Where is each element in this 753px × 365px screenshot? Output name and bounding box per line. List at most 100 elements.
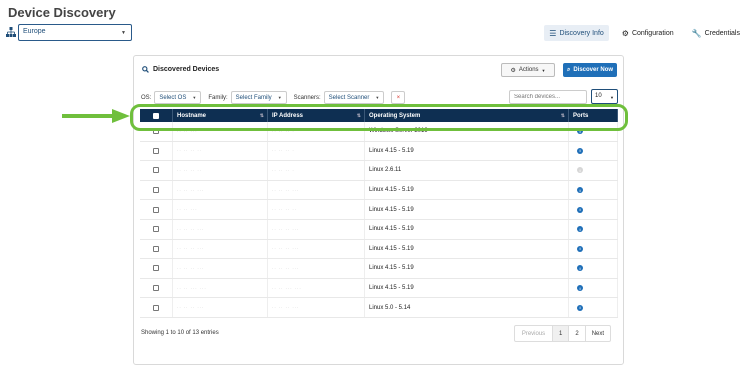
family-filter-value: Select Family [235, 94, 272, 101]
table-row[interactable]: ·· ·· ··· ·· ·· ·· ·· Linux 4.15 - 5.19 i [140, 200, 618, 220]
page-2-button[interactable]: 2 [569, 326, 586, 341]
hostname-value: ·· ·· ·· ··· [177, 305, 205, 311]
search-icon [142, 66, 149, 73]
hostname-cell: ·· ·· ·· ··· [173, 239, 268, 259]
info-icon[interactable]: i [577, 265, 583, 272]
page-1-button[interactable]: 1 [553, 326, 570, 341]
select-all-cell [140, 109, 173, 122]
actions-button[interactable]: ⚙ Actions ▼ [501, 63, 555, 77]
row-checkbox[interactable] [153, 167, 159, 174]
row-checkbox[interactable] [153, 245, 159, 252]
actions-button-label: Actions [518, 67, 539, 73]
hostname-cell: ·· ·· ··· [173, 200, 268, 219]
row-checkbox[interactable] [153, 265, 159, 272]
hostname-cell: ·· ·· ·· ·· [173, 141, 268, 161]
hostname-value: ·· ·· ··· [177, 207, 198, 213]
ports-cell: i [569, 298, 618, 317]
column-header-hostname[interactable]: Hostname ⇅ [173, 109, 268, 122]
page-size-select[interactable]: 10 ▼ [591, 89, 618, 104]
clear-filters-button[interactable]: × [391, 91, 406, 104]
tab-credentials[interactable]: 🔧 Credentials [687, 25, 745, 41]
table-row[interactable]: ·· ·· ·· ··· ·· ·· ·· ··· Linux 4.15 - 5.1… [140, 219, 618, 240]
table-row[interactable]: ·· ·· ·· ·· ·· ·· ·· · Linux 2.6.11 i [140, 161, 618, 181]
table-header: Hostname ⇅ IP Address ⇅ Operating System… [140, 109, 618, 122]
table-body: ·· ·· ··· ·· ·· ·· · Windows Server 2019 i ·… [140, 122, 618, 318]
chevron-down-icon: ▼ [121, 30, 126, 36]
table-row[interactable]: ·· ·· ·· ··· ·· ·· ·· ··· Linux 5.0 - 5.14… [140, 298, 618, 318]
info-icon[interactable]: i [577, 147, 583, 154]
row-checkbox[interactable] [153, 206, 159, 213]
hostname-cell: ·· ·· ··· ··· [173, 278, 268, 298]
operating-system-value: Linux 4.15 - 5.19 [369, 265, 414, 272]
info-icon[interactable]: i [577, 226, 583, 233]
os-filter-select[interactable]: Select OS ▼ [154, 91, 202, 104]
previous-page-button[interactable]: Previous [515, 326, 553, 341]
table-row[interactable]: ·· ·· ·· ··· ·· ·· ·· ··· Linux 4.15 - 5.1… [140, 259, 618, 279]
gear-icon: ⚙ [621, 28, 629, 38]
ip-address-cell: ·· ·· ·· · [268, 161, 365, 180]
row-checkbox[interactable] [153, 187, 159, 194]
ports-cell: i [569, 200, 618, 219]
row-checkbox[interactable] [153, 147, 159, 154]
scanners-filter-label: Scanners: [293, 94, 321, 101]
table-row[interactable]: ·· ·· ·· ··· ·· ·· ·· ··· Linux 4.15 - 5.1… [140, 180, 618, 201]
row-checkbox[interactable] [153, 285, 159, 292]
ports-cell: i [569, 259, 618, 278]
ip-address-value: ·· ·· ·· ··· [272, 305, 300, 311]
ip-address-value: ·· ·· ··· ··· [272, 285, 302, 291]
row-checkbox[interactable] [153, 226, 159, 233]
info-icon[interactable]: i [577, 206, 583, 213]
ip-address-cell: ·· ·· ·· ··· [268, 180, 365, 200]
chevron-down-icon: ▼ [610, 95, 614, 100]
family-filter-select[interactable]: Select Family ▼ [230, 91, 287, 104]
operating-system-cell: Linux 4.15 - 5.19 [365, 180, 569, 200]
row-select-cell [140, 122, 173, 141]
next-page-button[interactable]: Next [586, 326, 610, 341]
row-checkbox[interactable] [153, 304, 159, 311]
os-filter-value: Select OS [159, 94, 187, 101]
region-select[interactable]: Europe ▼ [18, 24, 132, 41]
search-icon: ⌕ [566, 66, 571, 73]
discover-now-button[interactable]: ⌕ Discover Now [563, 63, 617, 77]
hostname-value: ·· ·· ·· ··· [177, 265, 205, 271]
info-icon[interactable]: i [577, 285, 583, 292]
operating-system-value: Linux 4.15 - 5.19 [369, 206, 414, 213]
ip-address-value: ·· ·· ·· ··· [272, 265, 300, 271]
region-select-value: Europe [23, 28, 46, 35]
filter-bar: OS: Select OS ▼ Family: Select Family ▼ … [141, 91, 406, 104]
chevron-down-icon: ▼ [192, 95, 197, 100]
info-icon[interactable]: i [577, 187, 583, 194]
scanners-filter-select[interactable]: Select Scanner ▼ [323, 91, 385, 104]
column-header-ports[interactable]: Ports [569, 109, 618, 122]
table-row[interactable]: ·· ·· ·· ·· ·· ·· ·· · Linux 4.15 - 5.19 i [140, 141, 618, 162]
table-row[interactable]: ·· ·· ··· ··· ·· ·· ··· ··· Linux 4.15 - 5… [140, 278, 618, 299]
info-icon[interactable]: i [577, 128, 583, 135]
info-icon[interactable]: i [577, 304, 583, 311]
select-all-checkbox[interactable] [153, 112, 159, 119]
column-header-ip-address[interactable]: IP Address ⇅ [268, 109, 365, 122]
column-header-label: IP Address [272, 112, 304, 119]
tab-discovery-info[interactable]: ☰ Discovery Info [544, 25, 609, 41]
operating-system-cell: Linux 4.15 - 5.19 [365, 239, 569, 259]
discovered-devices-panel: Discovered Devices ⚙ Actions ▼ ⌕ Discove… [133, 55, 624, 365]
page-title: Device Discovery [8, 5, 116, 20]
table-row[interactable]: ·· ·· ·· ··· ·· ·· ·· ··· Linux 4.15 - 5.1… [140, 239, 618, 260]
operating-system-value: Linux 4.15 - 5.19 [369, 285, 414, 292]
ports-cell: i [569, 141, 618, 161]
operating-system-value: Linux 2.6.11 [369, 167, 402, 174]
top-tabs: ☰ Discovery Info ⚙ Configuration 🔧 Crede… [544, 25, 745, 41]
discover-now-button-label: Discover Now [573, 67, 614, 73]
tab-configuration[interactable]: ⚙ Configuration [617, 25, 679, 41]
info-icon[interactable]: i [577, 245, 583, 252]
table-row[interactable]: ·· ·· ··· ·· ·· ·· · Windows Server 2019 i [140, 122, 618, 142]
family-filter-label: Family: [208, 94, 228, 101]
operating-system-value: Linux 5.0 - 5.14 [369, 304, 411, 311]
ports-cell: i [569, 278, 618, 298]
column-header-operating-system[interactable]: Operating System ⇅ [365, 109, 569, 122]
search-devices-input[interactable] [509, 90, 587, 104]
hostname-cell: ·· ·· ·· ··· [173, 219, 268, 239]
hostname-cell: ·· ·· ·· ··· [173, 180, 268, 200]
row-checkbox[interactable] [153, 128, 159, 135]
operating-system-value: Windows Server 2019 [369, 128, 428, 135]
gear-icon: ⚙ [510, 67, 516, 74]
